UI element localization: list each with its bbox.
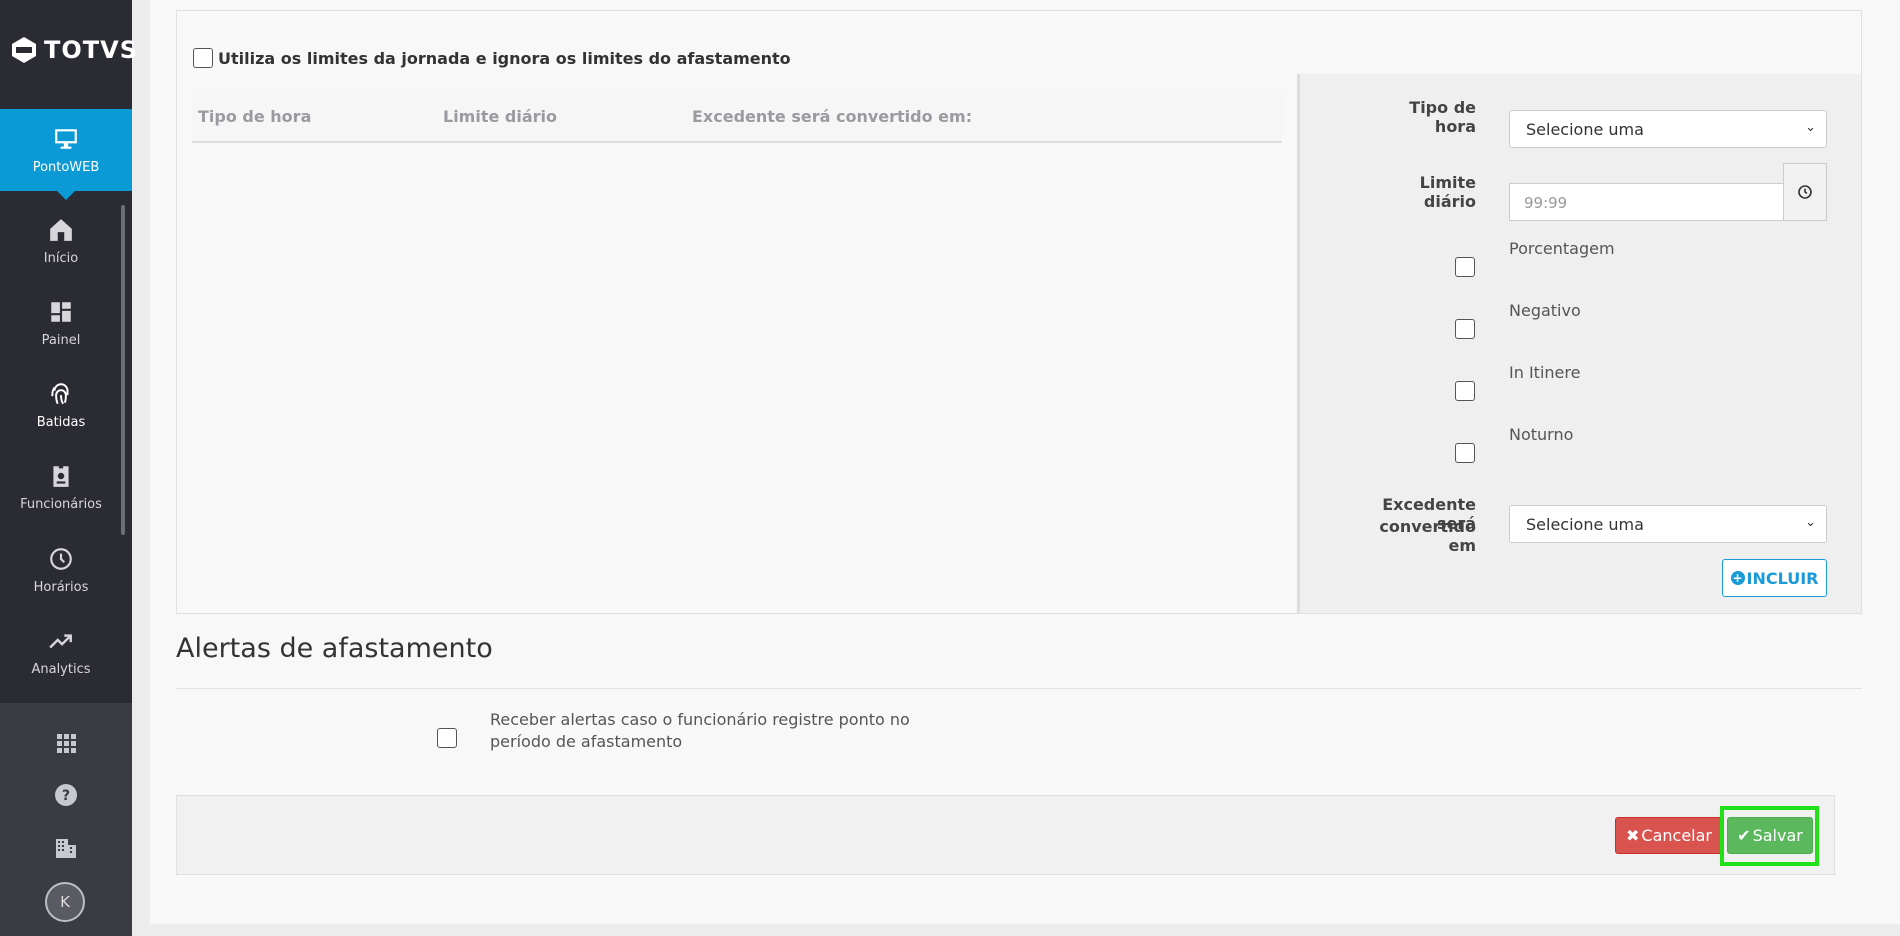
chevron-down-icon: ⌄ xyxy=(1805,120,1816,135)
close-icon: ✖ xyxy=(1626,826,1640,845)
in-itinere-checkbox[interactable] xyxy=(1455,381,1475,401)
sidebar-item-pontoweb[interactable]: PontoWEB xyxy=(0,109,132,200)
dashboard-icon xyxy=(51,301,71,322)
help-icon[interactable]: ? xyxy=(50,779,82,811)
sidebar-item-label: Batidas xyxy=(36,414,86,430)
tipo-hora-select-value: Selecione uma xyxy=(1526,120,1644,139)
building-icon[interactable] xyxy=(50,832,82,864)
limite-diario-label: Limite diário xyxy=(1419,173,1476,211)
sidebar-item-horarios[interactable]: Horários xyxy=(0,535,122,605)
sidebar-item-label: Início xyxy=(43,250,79,266)
excedente-select[interactable]: Selecione uma ⌄ xyxy=(1509,505,1827,543)
sidebar-item-funcionarios[interactable]: Funcionários xyxy=(0,452,122,522)
time-picker-button[interactable] xyxy=(1783,163,1827,221)
home-icon xyxy=(50,218,72,241)
badge-icon xyxy=(53,465,69,487)
sidebar-item-label: Analytics xyxy=(31,661,91,677)
sidebar-item-label: Funcionários xyxy=(20,496,102,512)
check-icon: ✔ xyxy=(1737,826,1751,845)
in-itinere-label: In Itinere xyxy=(1509,363,1581,382)
limits-table-header: Tipo de hora Limite diário Excedente ser… xyxy=(192,90,1282,143)
totvs-logo[interactable]: TOTVS xyxy=(10,36,138,64)
incluir-button[interactable]: + INCLUIR xyxy=(1722,559,1827,597)
limite-diario-placeholder: 99:99 xyxy=(1524,194,1568,212)
column-tipo-hora[interactable]: Tipo de hora xyxy=(198,107,311,126)
section-divider xyxy=(176,688,1862,689)
cancel-button-label: Cancelar xyxy=(1641,826,1712,845)
sidebar-item-inicio[interactable]: Início xyxy=(0,206,122,276)
porcentagem-label: Porcentagem xyxy=(1509,239,1615,258)
sidebar-scrollbar[interactable] xyxy=(121,205,125,535)
noturno-checkbox[interactable] xyxy=(1455,443,1475,463)
clock-icon xyxy=(1798,185,1812,199)
noturno-label: Noturno xyxy=(1509,425,1574,444)
excedente-label-line2: convertido em xyxy=(1379,517,1476,555)
svg-text:?: ? xyxy=(62,788,70,804)
sidebar-item-label: Horários xyxy=(33,579,89,595)
sidebar-item-painel[interactable]: Painel xyxy=(0,288,122,358)
sidebar-item-label: Painel xyxy=(41,332,81,348)
use-journey-limits-checkbox[interactable] xyxy=(193,48,213,68)
porcentagem-checkbox[interactable] xyxy=(1455,257,1475,277)
use-journey-limits-label: Utiliza os limites da jornada e ignora o… xyxy=(218,48,791,68)
apps-grid-icon[interactable] xyxy=(50,727,82,759)
totvs-logo-icon xyxy=(12,37,36,63)
limite-diario-input[interactable]: 99:99 xyxy=(1509,183,1785,221)
sidebar-item-batidas[interactable]: Batidas xyxy=(0,370,122,440)
logo-text: TOTVS xyxy=(44,36,139,64)
receive-alerts-label: Receber alertas caso o funcionário regis… xyxy=(490,710,910,751)
form-footer xyxy=(176,795,1835,875)
tipo-hora-label: Tipo de hora xyxy=(1409,98,1476,136)
alerts-section-title: Alertas de afastamento xyxy=(176,633,493,664)
excedente-select-value: Selecione uma xyxy=(1526,515,1644,534)
negativo-label: Negativo xyxy=(1509,301,1581,320)
save-button-label: Salvar xyxy=(1752,826,1803,845)
monitor-icon xyxy=(55,128,77,149)
column-excedente[interactable]: Excedente será convertido em: xyxy=(692,107,972,126)
avatar[interactable]: K xyxy=(45,882,85,922)
save-button[interactable]: ✔ Salvar xyxy=(1727,817,1813,854)
plus-circle-icon: + xyxy=(1730,571,1745,585)
use-journey-limits-option[interactable]: Utiliza os limites da jornada e ignora o… xyxy=(193,48,791,68)
cancel-button[interactable]: ✖ Cancelar xyxy=(1615,817,1723,854)
incluir-button-label: INCLUIR xyxy=(1746,568,1819,588)
trend-icon xyxy=(49,633,72,648)
chevron-down-icon: ⌄ xyxy=(1805,515,1816,530)
sidebar-item-label: PontoWEB xyxy=(32,159,100,175)
tipo-hora-select[interactable]: Selecione uma ⌄ xyxy=(1509,110,1827,148)
sidebar-item-analytics[interactable]: Analytics xyxy=(0,617,122,687)
negativo-checkbox[interactable] xyxy=(1455,319,1475,339)
fingerprint-icon xyxy=(51,382,69,404)
column-limite-diario[interactable]: Limite diário xyxy=(443,107,557,126)
receive-alerts-checkbox[interactable] xyxy=(437,728,457,748)
clock-icon xyxy=(50,547,72,570)
sidebar: TOTVS PontoWEB Início Painel Batidas Fun… xyxy=(0,0,137,936)
